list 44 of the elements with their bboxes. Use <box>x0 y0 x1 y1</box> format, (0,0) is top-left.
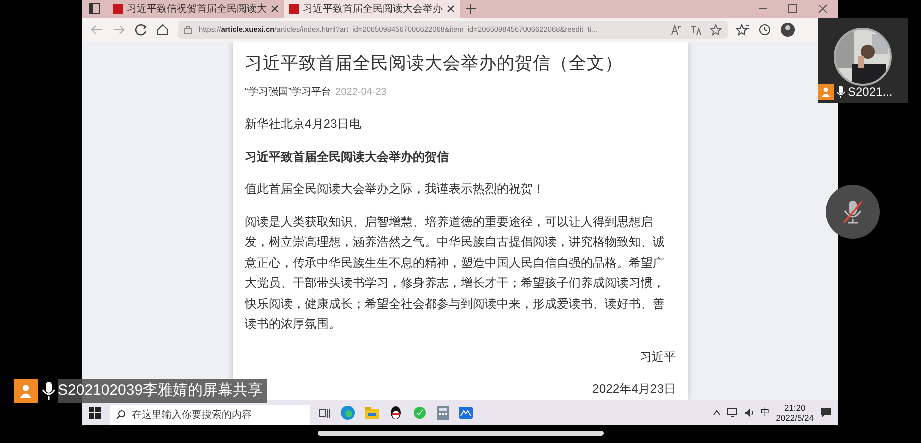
favicon <box>289 4 299 14</box>
taskbar-clock[interactable]: 21:20 2022/5/24 <box>776 402 814 422</box>
refresh-icon[interactable] <box>134 23 148 37</box>
network-icon[interactable] <box>727 408 738 418</box>
close-icon[interactable] <box>271 5 279 13</box>
microphone-off-icon <box>842 199 864 225</box>
unmute-button[interactable] <box>826 185 880 239</box>
meeting-app-icon[interactable] <box>458 404 474 420</box>
presenter-badge-icon <box>14 379 38 403</box>
home-icon[interactable] <box>156 23 170 37</box>
folder-icon[interactable] <box>364 404 380 420</box>
article-date: 2022-04-23 <box>336 87 387 98</box>
windows-start-icon[interactable] <box>88 406 102 420</box>
taskbar-search-field[interactable]: 在这里输入你要搜索的内容 <box>110 405 310 425</box>
participant-name: S2021... <box>848 84 893 101</box>
signature-line: 习近平 <box>640 350 676 364</box>
search-icon <box>116 410 126 420</box>
browser-icon[interactable] <box>340 404 356 420</box>
close-icon[interactable] <box>447 5 455 13</box>
article-source: “学习强国”学习平台 <box>245 87 332 98</box>
paragraph: 新华社北京4月23日电 <box>245 117 362 132</box>
history-icon[interactable] <box>758 23 772 37</box>
read-aloud-icon[interactable] <box>670 24 682 36</box>
volume-icon[interactable] <box>744 408 756 418</box>
calculator-icon[interactable] <box>436 404 450 420</box>
microphone-icon <box>42 381 56 401</box>
caret-icon[interactable] <box>713 408 722 416</box>
translate-icon[interactable] <box>690 24 702 36</box>
browser-tab[interactable]: 习近平致信祝贺首届全民阅读大 <box>108 0 284 18</box>
signature-line: 2022年4月23日 <box>592 382 676 396</box>
penguin-icon[interactable] <box>388 404 404 420</box>
screen-share-label: S202102039李雅婧的屏幕共享 <box>58 379 268 403</box>
host-badge-icon <box>818 84 834 100</box>
input-method-indicator[interactable]: 中 <box>761 406 770 420</box>
article-title: 习近平致首届全民阅读大会举办的贺信（全文） <box>245 52 624 75</box>
notification-icon[interactable] <box>820 406 832 418</box>
paragraph: 阅读是人类获取知识、启智增慧、培养道德的重要途径，可以让人得到思想启发，树立崇高理想，涵养浩然之气。中华民族自古提倡阅读，讲究格物致知、诚意正心，传承中华民族生生不息的精神，塑造中国人民自信自强的品格。希望广大党员、干部带头读书学习，修身养志，增长才干；希望孩子们养成阅读习惯，快乐阅读，健康成长；希望全社会都参与到阅读中来，形成爱读书、读好书、善读书的浓厚氛围。 <box>245 214 665 332</box>
favorite-add-icon[interactable] <box>710 24 722 36</box>
browser-tab[interactable]: 习近平致首届全民阅读大会举办 <box>284 0 460 18</box>
favicon <box>113 4 123 14</box>
paragraph: 值此首届全民阅读大会举办之际，我谨表示热烈的祝贺！ <box>245 182 545 196</box>
profile-icon[interactable] <box>780 22 796 38</box>
letter-heading: 习近平致首届全民阅读大会举办的贺信 <box>245 150 449 164</box>
favorites-icon[interactable] <box>736 23 750 37</box>
